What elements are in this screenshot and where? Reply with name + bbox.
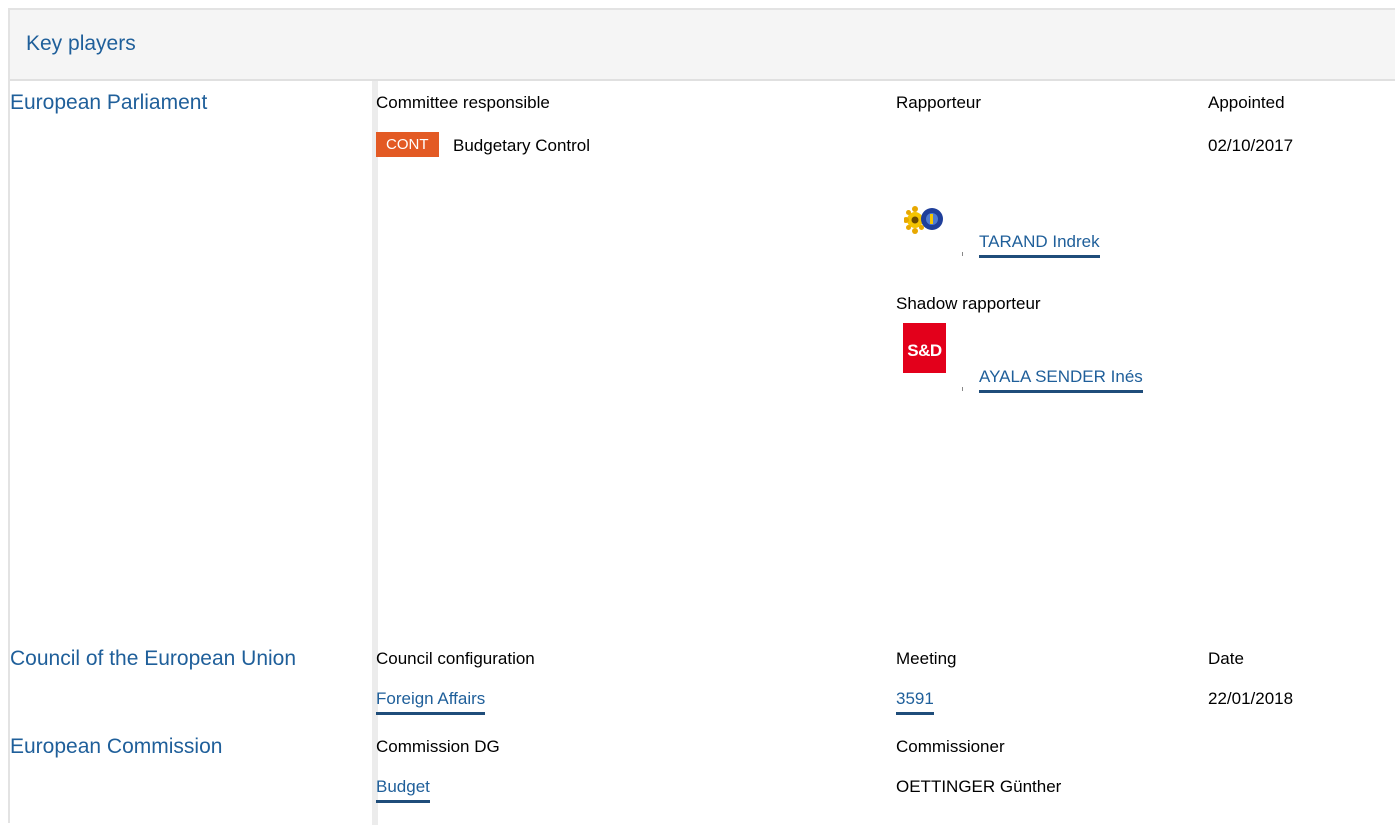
council-configuration-link[interactable]: Foreign Affairs [376,689,486,715]
col-header-committee: Committee responsible [376,93,550,112]
section-title-council[interactable]: Council of the European Union [10,647,296,671]
meeting-date: 22/01/2018 [1208,689,1294,708]
commissioner-name: OETTINGER Günther [896,777,1062,796]
sd-logo-icon: S&D [903,323,946,373]
col-header-commissioner: Commissioner [896,737,1005,756]
greens-efa-logo-icon [904,206,943,234]
col-header-appointed: Appointed [1208,93,1285,112]
rapporteur-link[interactable]: TARAND Indrek [979,232,1100,258]
logo-tick-mark [962,252,963,256]
meeting-link[interactable]: 3591 [896,689,934,715]
panel-header: Key players [10,10,1395,81]
logo-tick-mark [962,387,963,391]
section-title-commission[interactable]: European Commission [10,735,222,759]
panel-title: Key players [26,32,136,55]
appointed-date: 02/10/2017 [1208,136,1294,155]
col-header-council-configuration: Council configuration [376,649,535,668]
col-header-meeting: Meeting [896,649,957,668]
section-title-european-parliament[interactable]: European Parliament [10,91,207,115]
commission-dg-link[interactable]: Budget [376,777,430,803]
shadow-rapporteur-link[interactable]: AYALA SENDER Inés [979,367,1143,393]
key-players-panel: Key players European Parliament Committe… [8,8,1395,825]
col-header-date: Date [1208,649,1244,668]
committee-name: Budgetary Control [453,136,591,155]
col-header-commission-dg: Commission DG [376,737,500,756]
col-header-rapporteur: Rapporteur [896,93,982,112]
committee-badge[interactable]: CONT [376,132,439,157]
shadow-rapporteur-label: Shadow rapporteur [896,294,1041,313]
